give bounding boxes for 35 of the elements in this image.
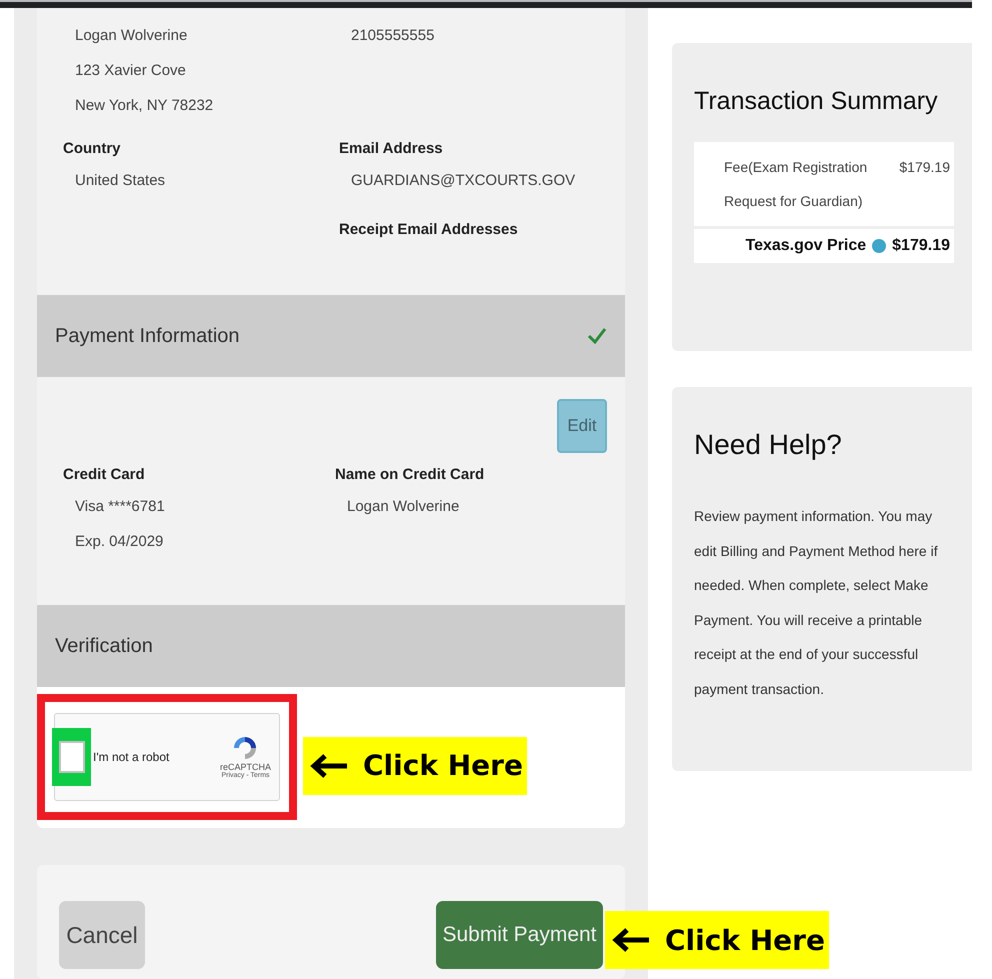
field-label: Receipt Email Addresses: [339, 220, 519, 240]
field-value: Exp. 04/2029: [74, 532, 164, 552]
checkmark-icon: [587, 327, 607, 345]
captcha-brand: reCAPTCHA: [220, 762, 271, 772]
total-amount: $179.19: [892, 237, 950, 255]
help-icon[interactable]: [872, 239, 886, 253]
field-label: Country: [63, 139, 122, 159]
field-value: GUARDIANS@TXCOURTS.GOV: [350, 171, 576, 191]
checkbox[interactable]: [58, 740, 84, 772]
field-value: United States: [74, 171, 166, 191]
edit-button[interactable]: Edit: [557, 399, 607, 453]
left-arrow-icon: [611, 927, 651, 953]
section-title: Payment Information: [55, 324, 240, 348]
field-value: Logan Wolverine: [346, 497, 460, 517]
section-title: Verification: [55, 634, 153, 658]
item-amount: $179.19: [899, 158, 950, 177]
item-description: Fee(Exam Registration Request for Guardian): [723, 158, 868, 211]
field-value: Visa ****6781: [74, 497, 166, 517]
field-label: Email Address: [339, 139, 444, 159]
field-label: Name on Credit Card: [335, 465, 486, 485]
address-line: 123 Xavier Cove: [74, 61, 187, 81]
left-arrow-icon: [309, 752, 349, 778]
card-title: Need Help?: [694, 429, 843, 461]
help-text: Review payment information. You may edit Billing and Payment Method here if needed. When complete, select Make Payment. You will receive a printable receipt at the end of your successful payment transaction.: [694, 507, 939, 699]
cancel-button[interactable]: Cancel: [59, 901, 145, 969]
callout-text: Click Here: [665, 924, 825, 956]
phone-number: 2105555555: [350, 26, 436, 46]
address-line: New York, NY 78232: [74, 96, 214, 116]
card-title: Transaction Summary: [694, 87, 939, 116]
total-label: Texas.gov Price: [746, 237, 866, 255]
checkbox-label: I'm not a robot: [93, 750, 170, 764]
address-line: Logan Wolverine: [74, 26, 188, 46]
submit-button[interactable]: Submit Payment: [436, 901, 603, 969]
field-label: Credit Card: [63, 465, 146, 485]
callout-text: Click Here: [363, 749, 523, 782]
